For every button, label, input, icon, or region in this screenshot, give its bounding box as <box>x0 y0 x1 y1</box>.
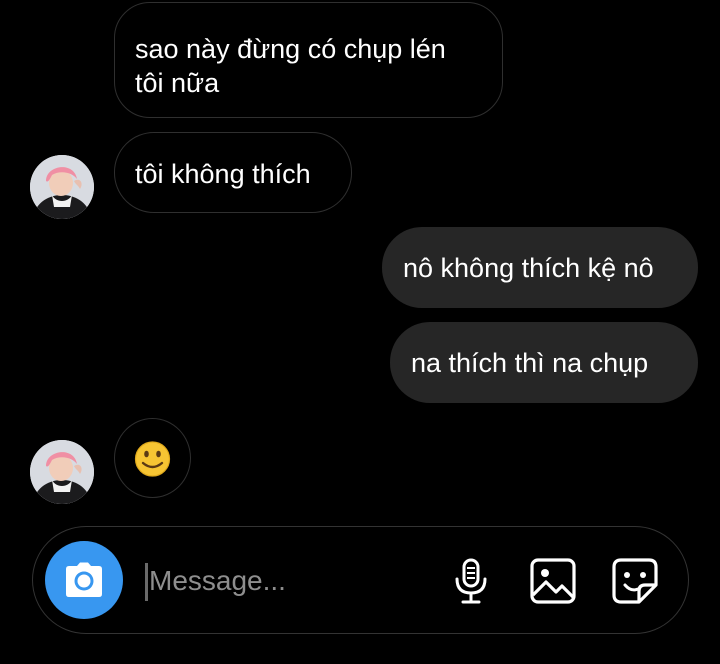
message-text-line: tôi nữa <box>135 68 220 98</box>
message-bubble-incoming[interactable]: tôi không thích <box>114 132 352 213</box>
camera-button[interactable] <box>45 541 123 619</box>
message-bubble-outgoing[interactable]: nô không thích kệ nô <box>382 227 698 308</box>
avatar-photo <box>30 155 94 219</box>
sticker-button[interactable] <box>611 557 659 605</box>
message-text: nô không thích kệ nô <box>403 253 654 283</box>
message-composer <box>32 526 689 634</box>
sender-avatar[interactable] <box>30 155 94 219</box>
text-cursor <box>145 563 148 601</box>
voice-message-button[interactable] <box>447 557 495 605</box>
sender-avatar[interactable] <box>30 440 94 504</box>
message-input[interactable] <box>149 559 429 603</box>
message-bubble-incoming[interactable]: sao này đừng có chụp lén tôi nữa <box>114 2 503 118</box>
slightly-smiling-face-emoji <box>134 441 171 477</box>
microphone-icon <box>455 558 487 604</box>
message-text-line: sao này đừng có chụp lén <box>135 34 446 64</box>
message-bubble-outgoing[interactable]: na thích thì na chụp <box>390 322 698 403</box>
image-gallery-icon <box>530 558 576 604</box>
message-bubble-incoming-emoji[interactable] <box>114 418 191 498</box>
sticker-icon <box>612 558 658 604</box>
camera-icon <box>66 562 102 597</box>
message-text: na thích thì na chụp <box>411 348 649 378</box>
message-text: tôi không thích <box>135 159 311 189</box>
gallery-button[interactable] <box>529 557 577 605</box>
avatar-photo <box>30 440 94 504</box>
